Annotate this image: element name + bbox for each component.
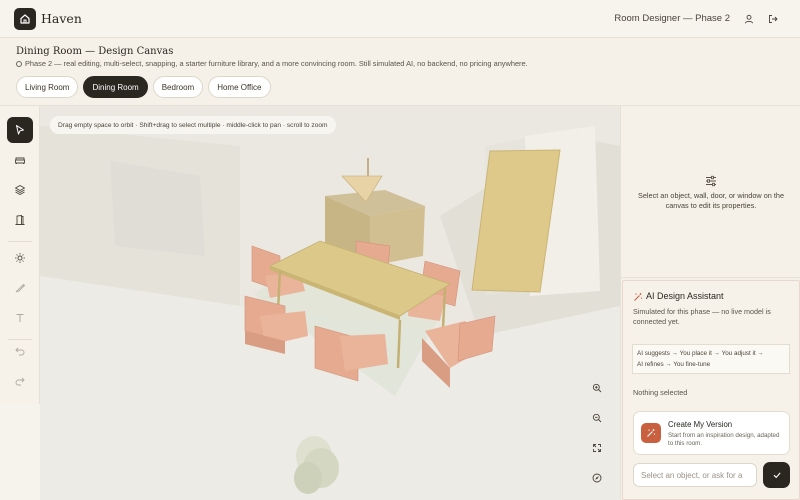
paint-tool-button[interactable]	[7, 275, 33, 301]
ai-workflow-box: AI suggests → You place it → You adjust …	[632, 344, 790, 374]
top-bar: Haven Room Designer — Phase 2	[0, 0, 800, 38]
phase-title: Room Designer — Phase 2	[614, 13, 730, 24]
room-tabs: Living Room Dining Room Bedroom Home Off…	[16, 76, 271, 98]
furniture-tool-button[interactable]	[7, 147, 33, 173]
light-icon	[15, 253, 25, 263]
room-scene[interactable]	[40, 106, 620, 500]
redo-button[interactable]	[7, 368, 33, 394]
tab-home-office[interactable]: Home Office	[208, 76, 271, 98]
magic-wand-icon	[641, 423, 661, 443]
window-left[interactable]	[110, 161, 205, 256]
magic-wand-icon	[634, 293, 643, 301]
redo-icon	[15, 377, 25, 386]
undo-icon	[15, 347, 25, 356]
send-button[interactable]	[763, 462, 790, 488]
create-title: Create My Version	[668, 420, 733, 429]
ai-workflow-line: AI refines → You fine-tune	[637, 361, 711, 368]
ai-panel-title: AI Design Assistant	[646, 291, 724, 301]
layers-tool-button[interactable]	[7, 177, 33, 203]
selection-status: Nothing selected	[633, 388, 688, 397]
page-subtitle-text: Phase 2 — real editing, multi-select, sn…	[25, 59, 528, 68]
zoom-in-icon[interactable]	[590, 381, 604, 395]
toolbar-divider	[8, 241, 32, 242]
home-icon[interactable]	[14, 8, 36, 30]
tab-living-room[interactable]: Living Room	[16, 76, 79, 98]
create-my-version-button[interactable]: Create My Version Start from an inspirat…	[633, 411, 790, 455]
select-tool-button[interactable]	[7, 117, 33, 143]
properties-empty-text: Select an object, wall, door, or window …	[637, 191, 785, 210]
page-title: Dining Room — Design Canvas	[16, 46, 174, 57]
sliders-icon	[706, 175, 716, 187]
user-icon[interactable]	[742, 12, 756, 26]
text-tool-button[interactable]	[7, 305, 33, 331]
paint-icon	[15, 283, 26, 293]
logout-icon[interactable]	[766, 12, 780, 26]
compass-icon[interactable]	[590, 471, 604, 485]
check-icon	[773, 472, 781, 479]
design-canvas[interactable]: Drag empty space to orbit · Shift+drag t…	[40, 106, 620, 500]
ai-workflow-line: AI suggests → You place it → You adjust …	[637, 350, 764, 357]
create-subtitle: Start from an inspiration design, adapte…	[668, 432, 780, 447]
right-panel: Select an object, wall, door, or window …	[620, 106, 800, 500]
door-icon	[15, 214, 25, 225]
properties-panel: Select an object, wall, door, or window …	[621, 106, 800, 278]
door-tool-button[interactable]	[7, 207, 33, 233]
select-icon	[16, 125, 24, 135]
undo-button[interactable]	[7, 338, 33, 364]
brand-name: Haven	[41, 11, 82, 26]
tab-dining-room[interactable]: Dining Room	[83, 76, 148, 98]
ai-prompt-input[interactable]	[633, 463, 757, 487]
text-icon	[16, 314, 24, 322]
canvas-hint: Drag empty space to orbit · Shift+drag t…	[50, 116, 336, 134]
page-header: Dining Room — Design Canvas Phase 2 — re…	[0, 38, 800, 106]
layers-icon	[15, 185, 25, 195]
tool-bar	[0, 106, 40, 404]
page-subtitle: Phase 2 — real editing, multi-select, sn…	[16, 59, 528, 68]
zoom-out-icon[interactable]	[590, 411, 604, 425]
info-icon	[16, 61, 22, 67]
sofa-icon	[15, 157, 25, 164]
fit-icon[interactable]	[590, 441, 604, 455]
ai-panel-description: Simulated for this phase — no live model…	[633, 307, 771, 326]
lighting-tool-button[interactable]	[7, 245, 33, 271]
ai-assistant-panel: AI Design Assistant Simulated for this p…	[622, 280, 800, 500]
tab-bedroom[interactable]: Bedroom	[152, 76, 204, 98]
